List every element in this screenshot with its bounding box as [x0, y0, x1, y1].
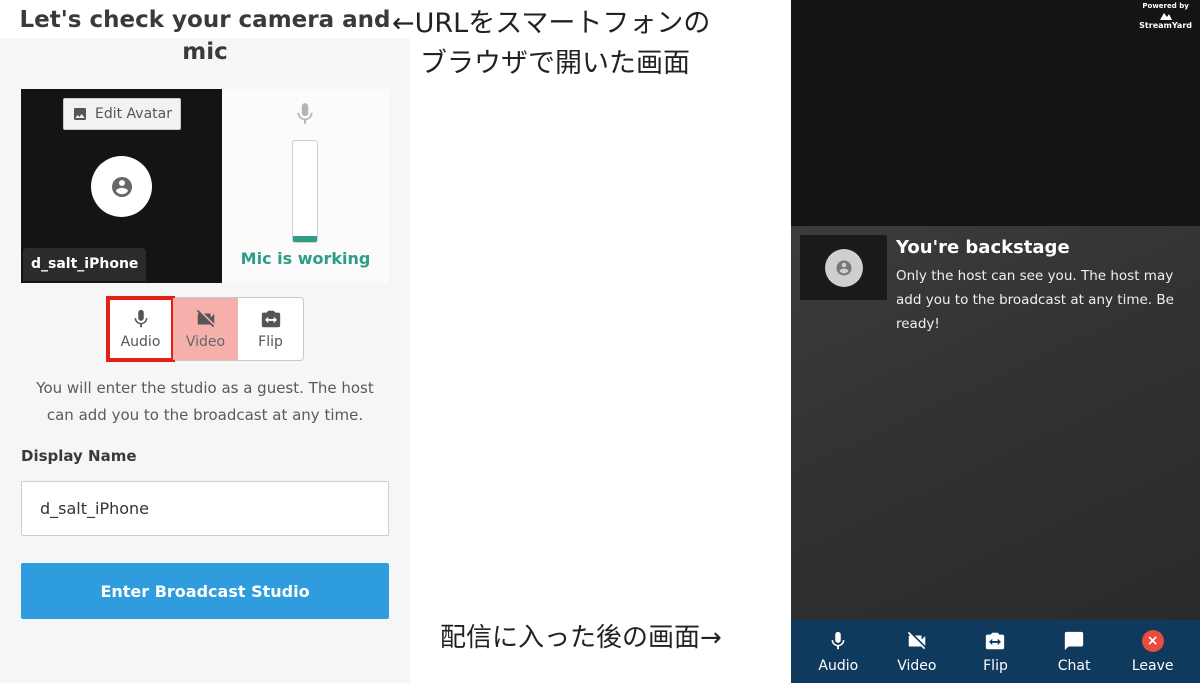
- streamyard-logo: Powered by StreamYard: [1139, 2, 1192, 30]
- self-preview-thumbnail: [800, 235, 887, 300]
- leave-icon: ×: [1141, 629, 1164, 652]
- toolbar-video-label: Video: [897, 657, 937, 674]
- flip-camera-label: Flip: [258, 334, 283, 350]
- flip-camera-button[interactable]: Flip: [238, 298, 303, 360]
- streamyard-mark-icon: [1159, 13, 1172, 20]
- image-icon: [73, 108, 86, 120]
- enter-broadcast-studio-button[interactable]: Enter Broadcast Studio: [21, 563, 389, 619]
- annotation-bottom: 配信に入った後の画面→: [440, 623, 722, 653]
- account-circle-icon: [111, 176, 132, 197]
- camera-off-icon: [907, 631, 926, 649]
- avatar: [824, 248, 863, 287]
- video-toggle-label: Video: [185, 334, 226, 350]
- toolbar-chat-button[interactable]: Chat: [1039, 630, 1109, 674]
- toolbar-video-button[interactable]: Video: [882, 630, 952, 674]
- mic-icon: [297, 103, 313, 124]
- brand-text: StreamYard: [1139, 21, 1192, 30]
- media-controls: Audio Video Flip: [106, 296, 304, 362]
- camera-off-icon: [196, 309, 214, 328]
- edit-avatar-label: Edit Avatar: [94, 106, 172, 122]
- camera-flip-icon: [261, 310, 280, 328]
- studio-toolbar: Audio Video Flip Chat × Leave: [791, 620, 1200, 683]
- mic-status: Mic is working: [240, 249, 371, 268]
- toolbar-flip-button[interactable]: Flip: [960, 630, 1030, 674]
- camera-flip-icon: [986, 632, 1005, 649]
- video-toggle-button[interactable]: Video: [173, 298, 238, 360]
- toolbar-chat-label: Chat: [1057, 657, 1091, 674]
- edit-avatar-button[interactable]: Edit Avatar: [63, 98, 181, 130]
- annotation-top-line1: ←URLをスマートフォンの: [392, 8, 711, 39]
- guest-note: You will enter the studio as a guest. Th…: [36, 379, 374, 424]
- backstage-title: You're backstage: [896, 237, 1070, 258]
- avatar: [91, 156, 152, 217]
- backstage-area: You're backstage Only the host can see y…: [791, 226, 1200, 620]
- toolbar-leave-button[interactable]: × Leave: [1118, 629, 1188, 674]
- toolbar-flip-label: Flip: [983, 657, 1008, 674]
- participant-name-tag: d_salt_iPhone: [23, 248, 147, 281]
- broadcast-area: Powered by StreamYard: [791, 0, 1200, 226]
- page-title: Let's check your camera and mic: [19, 7, 391, 65]
- audio-toggle-button[interactable]: Audio: [106, 296, 175, 362]
- powered-by-text: Powered by: [1142, 2, 1189, 10]
- display-name-label: Display Name: [21, 447, 137, 465]
- toolbar-audio-label: Audio: [818, 657, 859, 674]
- annotation-top: ←URLをスマートフォンの ブラウザで開いた画面: [392, 4, 787, 84]
- backstage-message: Only the host can see you. The host may …: [896, 268, 1174, 332]
- audio-toggle-label: Audio: [120, 334, 161, 350]
- mic-level-fill: [293, 235, 317, 242]
- display-name-input[interactable]: [21, 481, 389, 536]
- annotation-top-line2: ブラウザで開いた画面: [420, 48, 690, 79]
- account-circle-icon: [836, 260, 851, 275]
- chat-icon: [1064, 631, 1084, 650]
- toolbar-leave-label: Leave: [1131, 657, 1174, 674]
- toolbar-audio-button[interactable]: Audio: [803, 630, 873, 674]
- studio-view: Powered by StreamYard You're backstage O…: [791, 0, 1200, 683]
- mic-level-meter: [292, 140, 318, 243]
- camera-preview: Edit Avatar d_salt_iPhone: [21, 89, 222, 283]
- mic-icon: [831, 631, 845, 649]
- mic-icon: [134, 309, 147, 328]
- mic-check-panel: Mic is working: [222, 89, 389, 283]
